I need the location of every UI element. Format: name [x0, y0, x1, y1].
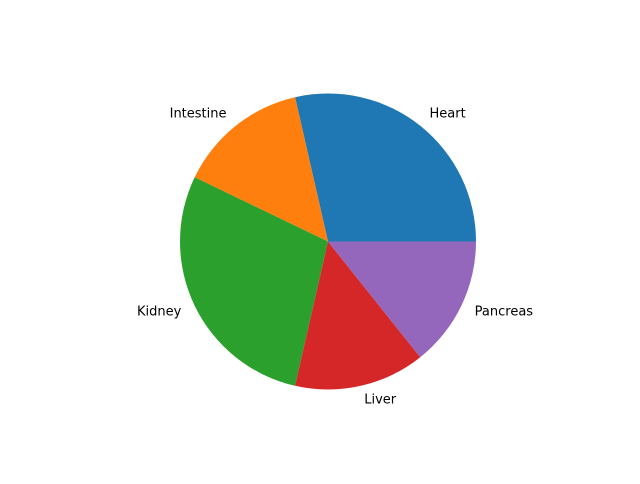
pie-label-kidney: Kidney: [137, 305, 182, 320]
pie-label-heart: Heart: [430, 107, 466, 122]
pie-slices: [180, 93, 476, 390]
pie-label-pancreas: Pancreas: [475, 305, 534, 320]
pie-chart-canvas: Heart Intestine Kidney Liver Pancreas: [137, 93, 534, 408]
pie-chart: Heart Intestine Kidney Liver Pancreas: [0, 0, 640, 480]
pie-label-liver: Liver: [364, 393, 397, 408]
pie-label-intestine: Intestine: [170, 107, 227, 122]
